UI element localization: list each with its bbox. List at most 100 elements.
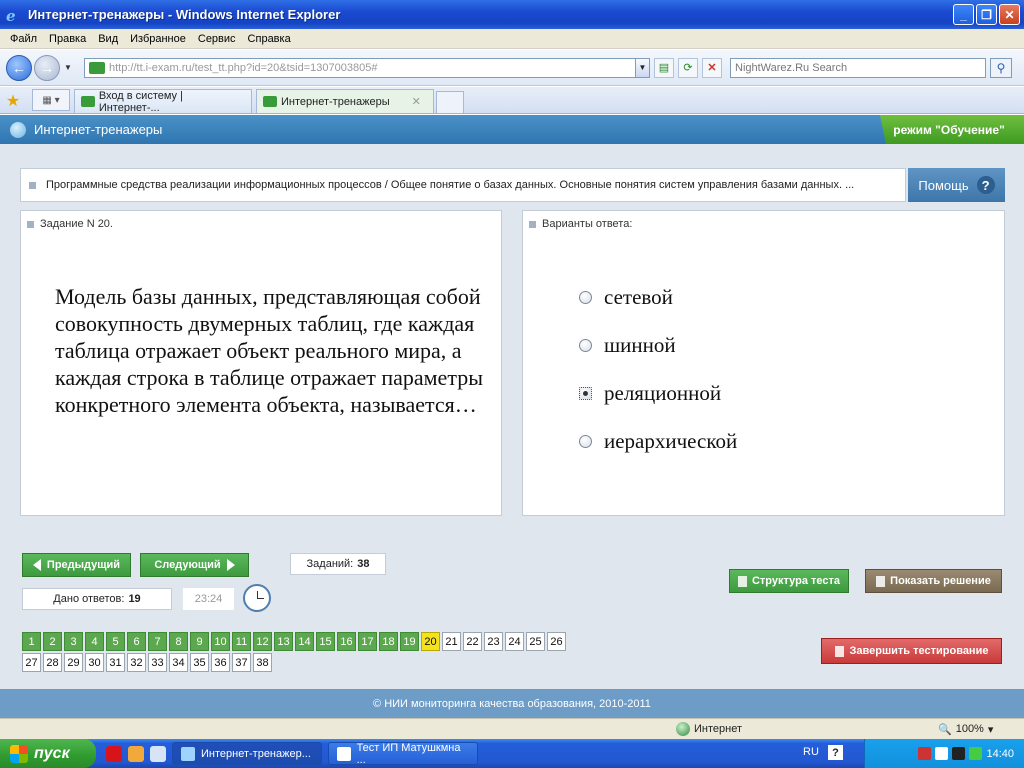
answer-option[interactable]: шинной [579,321,737,369]
taskbar-item-ie[interactable]: Интернет-тренажер... [172,742,322,765]
back-button[interactable]: ← [6,54,32,81]
question-number-cell[interactable]: 12 [253,632,272,651]
tab-close-icon[interactable]: ✕ [412,95,421,108]
show-solution-button[interactable]: Показать решение [865,569,1002,593]
app-icon[interactable] [128,745,144,762]
tray-app-icon[interactable] [952,747,966,760]
question-number-cell[interactable]: 29 [64,653,83,672]
question-number-cell[interactable]: 32 [127,653,146,672]
menu-edit[interactable]: Правка [43,33,92,45]
next-button[interactable]: Следующий [140,553,249,577]
radio-button-selected[interactable] [579,386,592,400]
question-number-cell[interactable]: 7 [148,632,167,651]
question-number-cell[interactable]: 17 [358,632,377,651]
question-number-cell[interactable]: 5 [106,632,125,651]
answer-option[interactable]: иерархической [579,417,737,465]
start-button[interactable]: пуск [0,739,96,768]
history-dropdown-icon[interactable]: ▼ [64,63,76,72]
help-icon[interactable]: ? [828,745,843,760]
answer-options: сетевой шинной реляционной иерархической [579,273,737,465]
next-label: Следующий [154,559,221,571]
question-number-cell[interactable]: 25 [526,632,545,651]
question-number-cell[interactable]: 9 [190,632,209,651]
question-number-cell[interactable]: 14 [295,632,314,651]
maximize-button[interactable]: ❐ [976,4,997,25]
prev-button[interactable]: Предыдущий [22,553,131,577]
search-input[interactable]: NightWarez.Ru Search [730,57,986,78]
question-number-cell[interactable]: 4 [85,632,104,651]
answers-panel: Варианты ответа: сетевой шинной реляцион… [522,210,1005,516]
forward-button[interactable]: → [34,54,60,81]
network-icon[interactable] [969,747,983,760]
question-number-cell[interactable]: 15 [316,632,335,651]
answer-option[interactable]: сетевой [579,273,737,321]
question-number-cell[interactable]: 31 [106,653,125,672]
question-number-cell[interactable]: 34 [169,653,188,672]
windows-flag-icon [10,744,28,763]
language-indicator[interactable]: RU [803,746,819,758]
zoom-control[interactable]: 🔍 100% ▾ [938,723,993,736]
question-number-cell[interactable]: 23 [484,632,503,651]
quick-tabs-icon[interactable]: ▦ ▾ [32,89,70,111]
question-number-cell[interactable]: 3 [64,632,83,651]
menu-tools[interactable]: Сервис [192,33,242,45]
menu-help[interactable]: Справка [242,33,297,45]
question-number-cell[interactable]: 26 [547,632,566,651]
question-number-cell[interactable]: 10 [211,632,230,651]
answer-option[interactable]: реляционной [579,369,737,417]
taskbar-item-word[interactable]: Тест ИП Матушкмна ... [328,742,478,766]
address-toolbar: ← → ▼ http://tt.i-exam.ru/test_tt.php?id… [0,50,1024,86]
compat-view-icon[interactable]: ▤ [654,57,674,78]
refresh-icon[interactable]: ⟳ [678,57,698,78]
address-input[interactable]: http://tt.i-exam.ru/test_tt.php?id=20&ts… [84,57,636,78]
address-dropdown-icon[interactable]: ▼ [636,57,650,78]
answers-header-label: Варианты ответа: [542,218,633,230]
volume-icon[interactable] [935,747,949,760]
menu-file[interactable]: Файл [4,33,43,45]
question-number-cell[interactable]: 24 [505,632,524,651]
question-number-cell[interactable]: 1 [22,632,41,651]
opera-icon[interactable] [106,745,122,762]
help-button[interactable]: Помощь ? [908,168,1005,202]
show-solution-label: Показать решение [890,575,991,587]
ie-logo-icon: e [6,6,16,25]
question-number-cell[interactable]: 19 [400,632,419,651]
desktop-icon[interactable] [150,745,166,762]
tab-login[interactable]: Вход в систему | Интернет-... [74,89,252,114]
question-number-cell[interactable]: 2 [43,632,62,651]
finish-test-button[interactable]: Завершить тестирование [821,638,1002,664]
question-number-cell[interactable]: 36 [211,653,230,672]
new-tab-button[interactable] [436,91,464,113]
question-number-cell[interactable]: 35 [190,653,209,672]
menu-view[interactable]: Вид [92,33,124,45]
question-number-cell[interactable]: 18 [379,632,398,651]
answers-header: Варианты ответа: [523,211,1004,237]
question-number-cell[interactable]: 38 [253,653,272,672]
test-structure-button[interactable]: Структура теста [729,569,849,593]
question-number-cell[interactable]: 22 [463,632,482,651]
question-number-cell[interactable]: 20 [421,632,440,651]
radio-button[interactable] [579,338,592,352]
close-button[interactable]: ✕ [999,4,1020,25]
question-number-cell[interactable]: 27 [22,653,41,672]
stop-icon[interactable]: ✕ [702,57,722,78]
question-number-cell[interactable]: 21 [442,632,461,651]
question-number-cell[interactable]: 37 [232,653,251,672]
radio-button[interactable] [579,434,592,448]
question-number-cell[interactable]: 13 [274,632,293,651]
question-number-cell[interactable]: 30 [85,653,104,672]
menu-favorites[interactable]: Избранное [124,33,192,45]
minimize-button[interactable]: _ [953,4,974,25]
question-number-cell[interactable]: 16 [337,632,356,651]
question-number-cell[interactable]: 11 [232,632,251,651]
book-icon [876,575,886,587]
question-number-cell[interactable]: 28 [43,653,62,672]
favorites-star-icon[interactable]: ★ [0,89,26,113]
tab-trainers[interactable]: Интернет-тренажеры ✕ [256,89,434,113]
question-number-cell[interactable]: 8 [169,632,188,651]
question-number-cell[interactable]: 33 [148,653,167,672]
search-icon[interactable]: ⚲ [990,57,1012,78]
antivirus-icon[interactable] [918,747,932,760]
radio-button[interactable] [579,290,592,304]
question-number-cell[interactable]: 6 [127,632,146,651]
